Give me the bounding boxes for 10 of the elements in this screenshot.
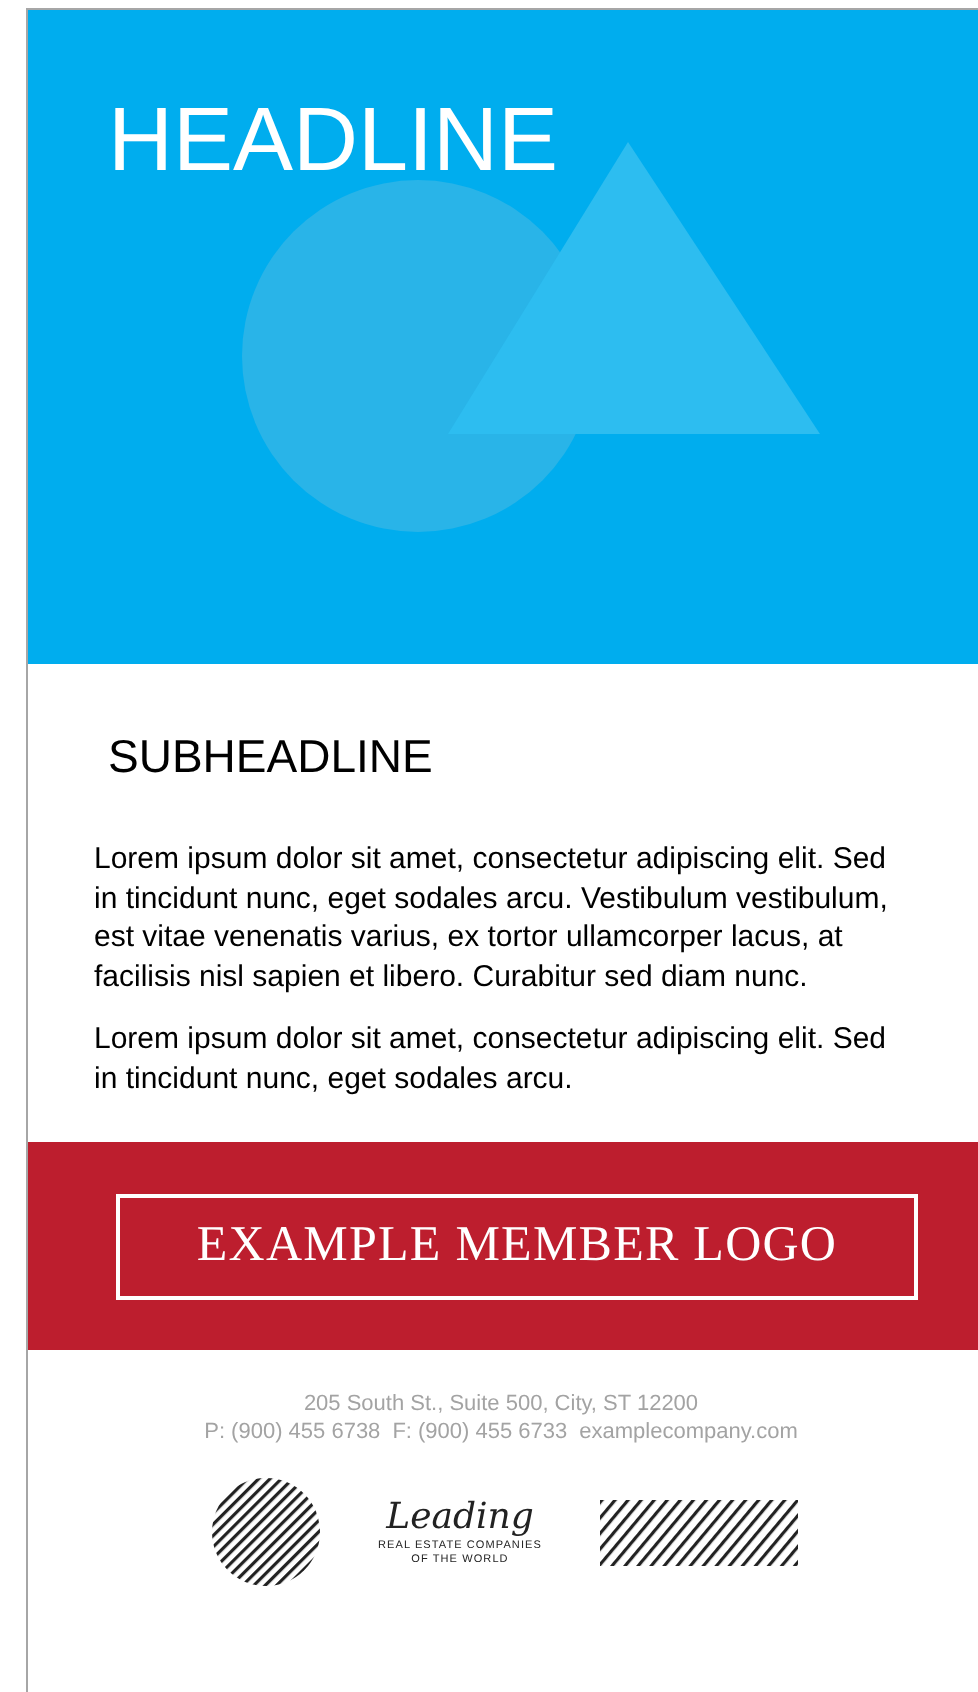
address-text: 205 South St., Suite 500, City, ST 12200 xyxy=(303,1390,699,1418)
headline: HEADLINE xyxy=(108,94,559,184)
website-text: examplecompany.com xyxy=(579,1418,798,1446)
body-paragraph: Lorem ipsum dolor sit amet, consectetur adipiscing elit. Sed in tincidunt nunc, eget sodales arcu. xyxy=(94,1020,889,1098)
phone-text: P: (900) 455 6738 xyxy=(204,1418,381,1446)
member-logo: EXAMPLE MEMBER LOGO xyxy=(116,1193,918,1299)
body-paragraph: Lorem ipsum dolor sit amet, consectetur adipiscing elit. Sed in tincidunt nunc, eget sodales arcu. Vestibulum vestibulum, est vitae venenatis varius, ex tortor ullamcorper lacus, at facilisis nisl sapien et libero. Curabitur sed diam nunc. xyxy=(94,840,890,996)
fax-text: F: (900) 455 6733 xyxy=(392,1418,568,1446)
leading-logo-script: Leading xyxy=(386,1497,534,1537)
subheadline: SUBHEADLINE xyxy=(108,734,435,780)
